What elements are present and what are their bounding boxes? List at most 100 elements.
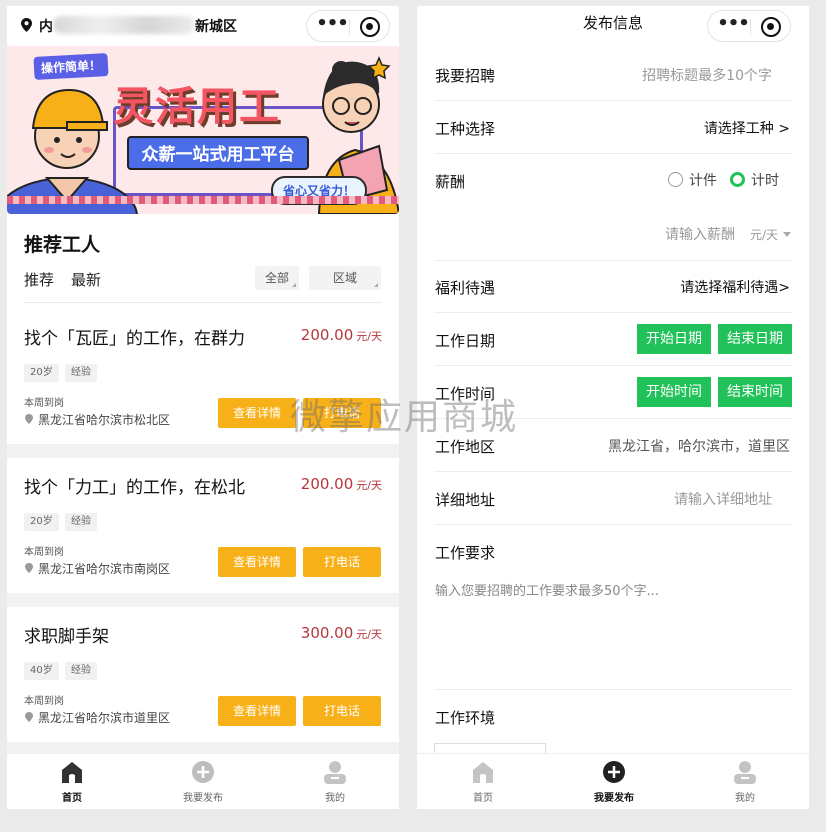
welfare-row[interactable]: 福利待遇 请选择福利待遇> [434,260,792,313]
region-row[interactable]: 工作地区 黑龙江省，哈尔滨市，道里区 [434,419,792,472]
user-icon [734,761,756,784]
requirement-textarea[interactable]: 输入您要招聘的工作要求最多50个字... [435,580,659,599]
tabbar-home[interactable]: 首页 [443,760,523,804]
plus-circle-icon [603,761,625,783]
welfare-select[interactable]: 请选择福利待遇> [680,277,790,297]
job-card[interactable]: 找个「力工」的工作，在松北 200.00 元/天 20岁 经验 本周到岗 黑龙江省… [7,461,399,593]
banner-subtitle: 众薪一站式用工平台 [127,136,309,170]
field-label: 工作时间 [435,385,496,403]
section-title: 推荐工人 [24,234,101,256]
location-prefix: 内 [39,19,53,35]
salary-value: 300.00 [300,624,354,642]
salary-unit-select[interactable]: 元/天 [750,226,791,243]
recruit-title-row[interactable]: 我要招聘 招聘标题最多10个字 [434,48,792,101]
job-address: 黑龙江省哈尔滨市松北区 [38,413,171,427]
call-button[interactable]: 打电话 [303,547,381,577]
job-address: 黑龙江省哈尔滨市道里区 [38,711,171,725]
start-date-button[interactable]: 开始日期 [637,324,711,354]
banner-stripe [7,196,399,204]
view-details-button[interactable]: 查看详情 [218,547,296,577]
radio-piecework-label[interactable]: 计件 [689,170,717,190]
requirement-row: 工作要求 [434,525,792,690]
more-icon[interactable]: ••• [315,15,349,37]
tabbar-label: 我的 [735,793,755,804]
card-gap [7,444,399,458]
job-type-row[interactable]: 工种选择 请选择工种 > [434,101,792,154]
job-salary: 200.00 元/天 [301,326,382,344]
radio-piecework[interactable] [668,172,683,187]
field-label: 工作地区 [435,438,496,456]
tab-recommend[interactable]: 推荐 [24,269,54,290]
field-label: 薪酬 [435,173,466,191]
capsule-divider [349,19,350,35]
field-label: 工作要求 [435,544,496,562]
more-icon[interactable]: ••• [716,15,750,37]
tabbar-label: 我的 [325,793,345,804]
tabbar-label: 我要发布 [594,793,634,804]
job-availability: 本周到岗 [24,696,64,707]
field-label: 工作日期 [435,332,496,350]
tabbar-label: 我要发布 [183,793,223,804]
tabbar-mine[interactable]: 我的 [295,760,375,804]
job-title: 求职脚手架 [24,627,109,647]
filter-region[interactable]: 区域 [309,266,381,290]
tabbar-publish[interactable]: 我要发布 [163,760,243,804]
region-value[interactable]: 黑龙江省，哈尔滨市，道里区 [608,436,790,456]
field-label: 工作环境 [435,709,496,727]
field-label: 工种选择 [435,120,496,138]
start-time-button[interactable]: 开始时间 [637,377,711,407]
salary-input[interactable]: 请输入薪酬 [665,224,735,244]
close-target-icon[interactable] [360,17,380,37]
bottom-tabbar: 首页 我要发布 我的 [7,753,399,809]
field-label: 福利待遇 [435,279,496,297]
mini-program-capsule: ••• [707,10,791,42]
banner-title: 灵活用工 [113,84,281,130]
tabbar-publish[interactable]: 我要发布 [574,760,654,804]
home-icon [473,762,493,783]
tabbar-mine[interactable]: 我的 [705,760,785,804]
tab-latest[interactable]: 最新 [71,269,101,290]
salary-unit: 元/天 [356,330,382,343]
work-time-row: 工作时间 开始时间 结束时间 [434,366,792,419]
job-card[interactable]: 求职脚手架 300.00 元/天 40岁 经验 本周到岗 黑龙江省哈尔滨市道里区 … [7,610,399,742]
location-redacted [53,16,195,34]
radio-hourly[interactable] [730,172,745,187]
banner-tag: 操作简单！ [33,53,109,80]
field-label: 详细地址 [435,491,496,509]
promo-banner[interactable]: 操作简单！ 灵活用工 众薪一站式用工平台 省心又省力！ [7,46,399,214]
location-pin-icon [25,414,33,424]
salary-row: 薪酬 计件 计时 [434,154,792,261]
view-details-button[interactable]: 查看详情 [218,696,296,726]
experience-badge: 经验 [65,364,97,382]
call-button[interactable]: 打电话 [303,696,381,726]
job-salary: 200.00 元/天 [301,475,382,493]
address-input[interactable]: 请输入详细地址 [674,489,772,509]
divider [24,302,382,303]
salary-unit: 元/天 [356,479,382,492]
capsule-divider [750,19,751,35]
end-time-button[interactable]: 结束时间 [718,377,792,407]
location-pin-icon [25,563,33,573]
close-target-icon[interactable] [761,17,781,37]
tabbar-label: 首页 [473,793,493,804]
call-button[interactable]: 打电话 [303,398,381,428]
filter-all[interactable]: 全部 [255,266,299,290]
job-type-select[interactable]: 请选择工种 > [704,118,790,138]
address-row[interactable]: 详细地址 请输入详细地址 [434,472,792,525]
environment-row: 工作环境 [434,690,792,743]
age-badge: 20岁 [24,513,59,531]
view-details-button[interactable]: 查看详情 [218,398,296,428]
work-date-row: 工作日期 开始日期 结束日期 [434,313,792,366]
radio-hourly-label[interactable]: 计时 [751,170,779,190]
salary-unit: 元/天 [356,628,382,641]
job-card[interactable]: 找个「瓦匠」的工作，在群力 200.00 元/天 20岁 经验 本周到岗 黑龙江省… [7,312,399,444]
job-title: 找个「瓦匠」的工作，在群力 [24,329,245,349]
end-date-button[interactable]: 结束日期 [718,324,792,354]
recruit-title-input[interactable]: 招聘标题最多10个字 [642,65,772,85]
age-badge: 40岁 [24,662,59,680]
user-icon [324,761,346,784]
job-availability: 本周到岗 [24,398,64,409]
card-gap [7,593,399,607]
job-title: 找个「力工」的工作，在松北 [24,478,245,498]
tabbar-home[interactable]: 首页 [32,760,112,804]
